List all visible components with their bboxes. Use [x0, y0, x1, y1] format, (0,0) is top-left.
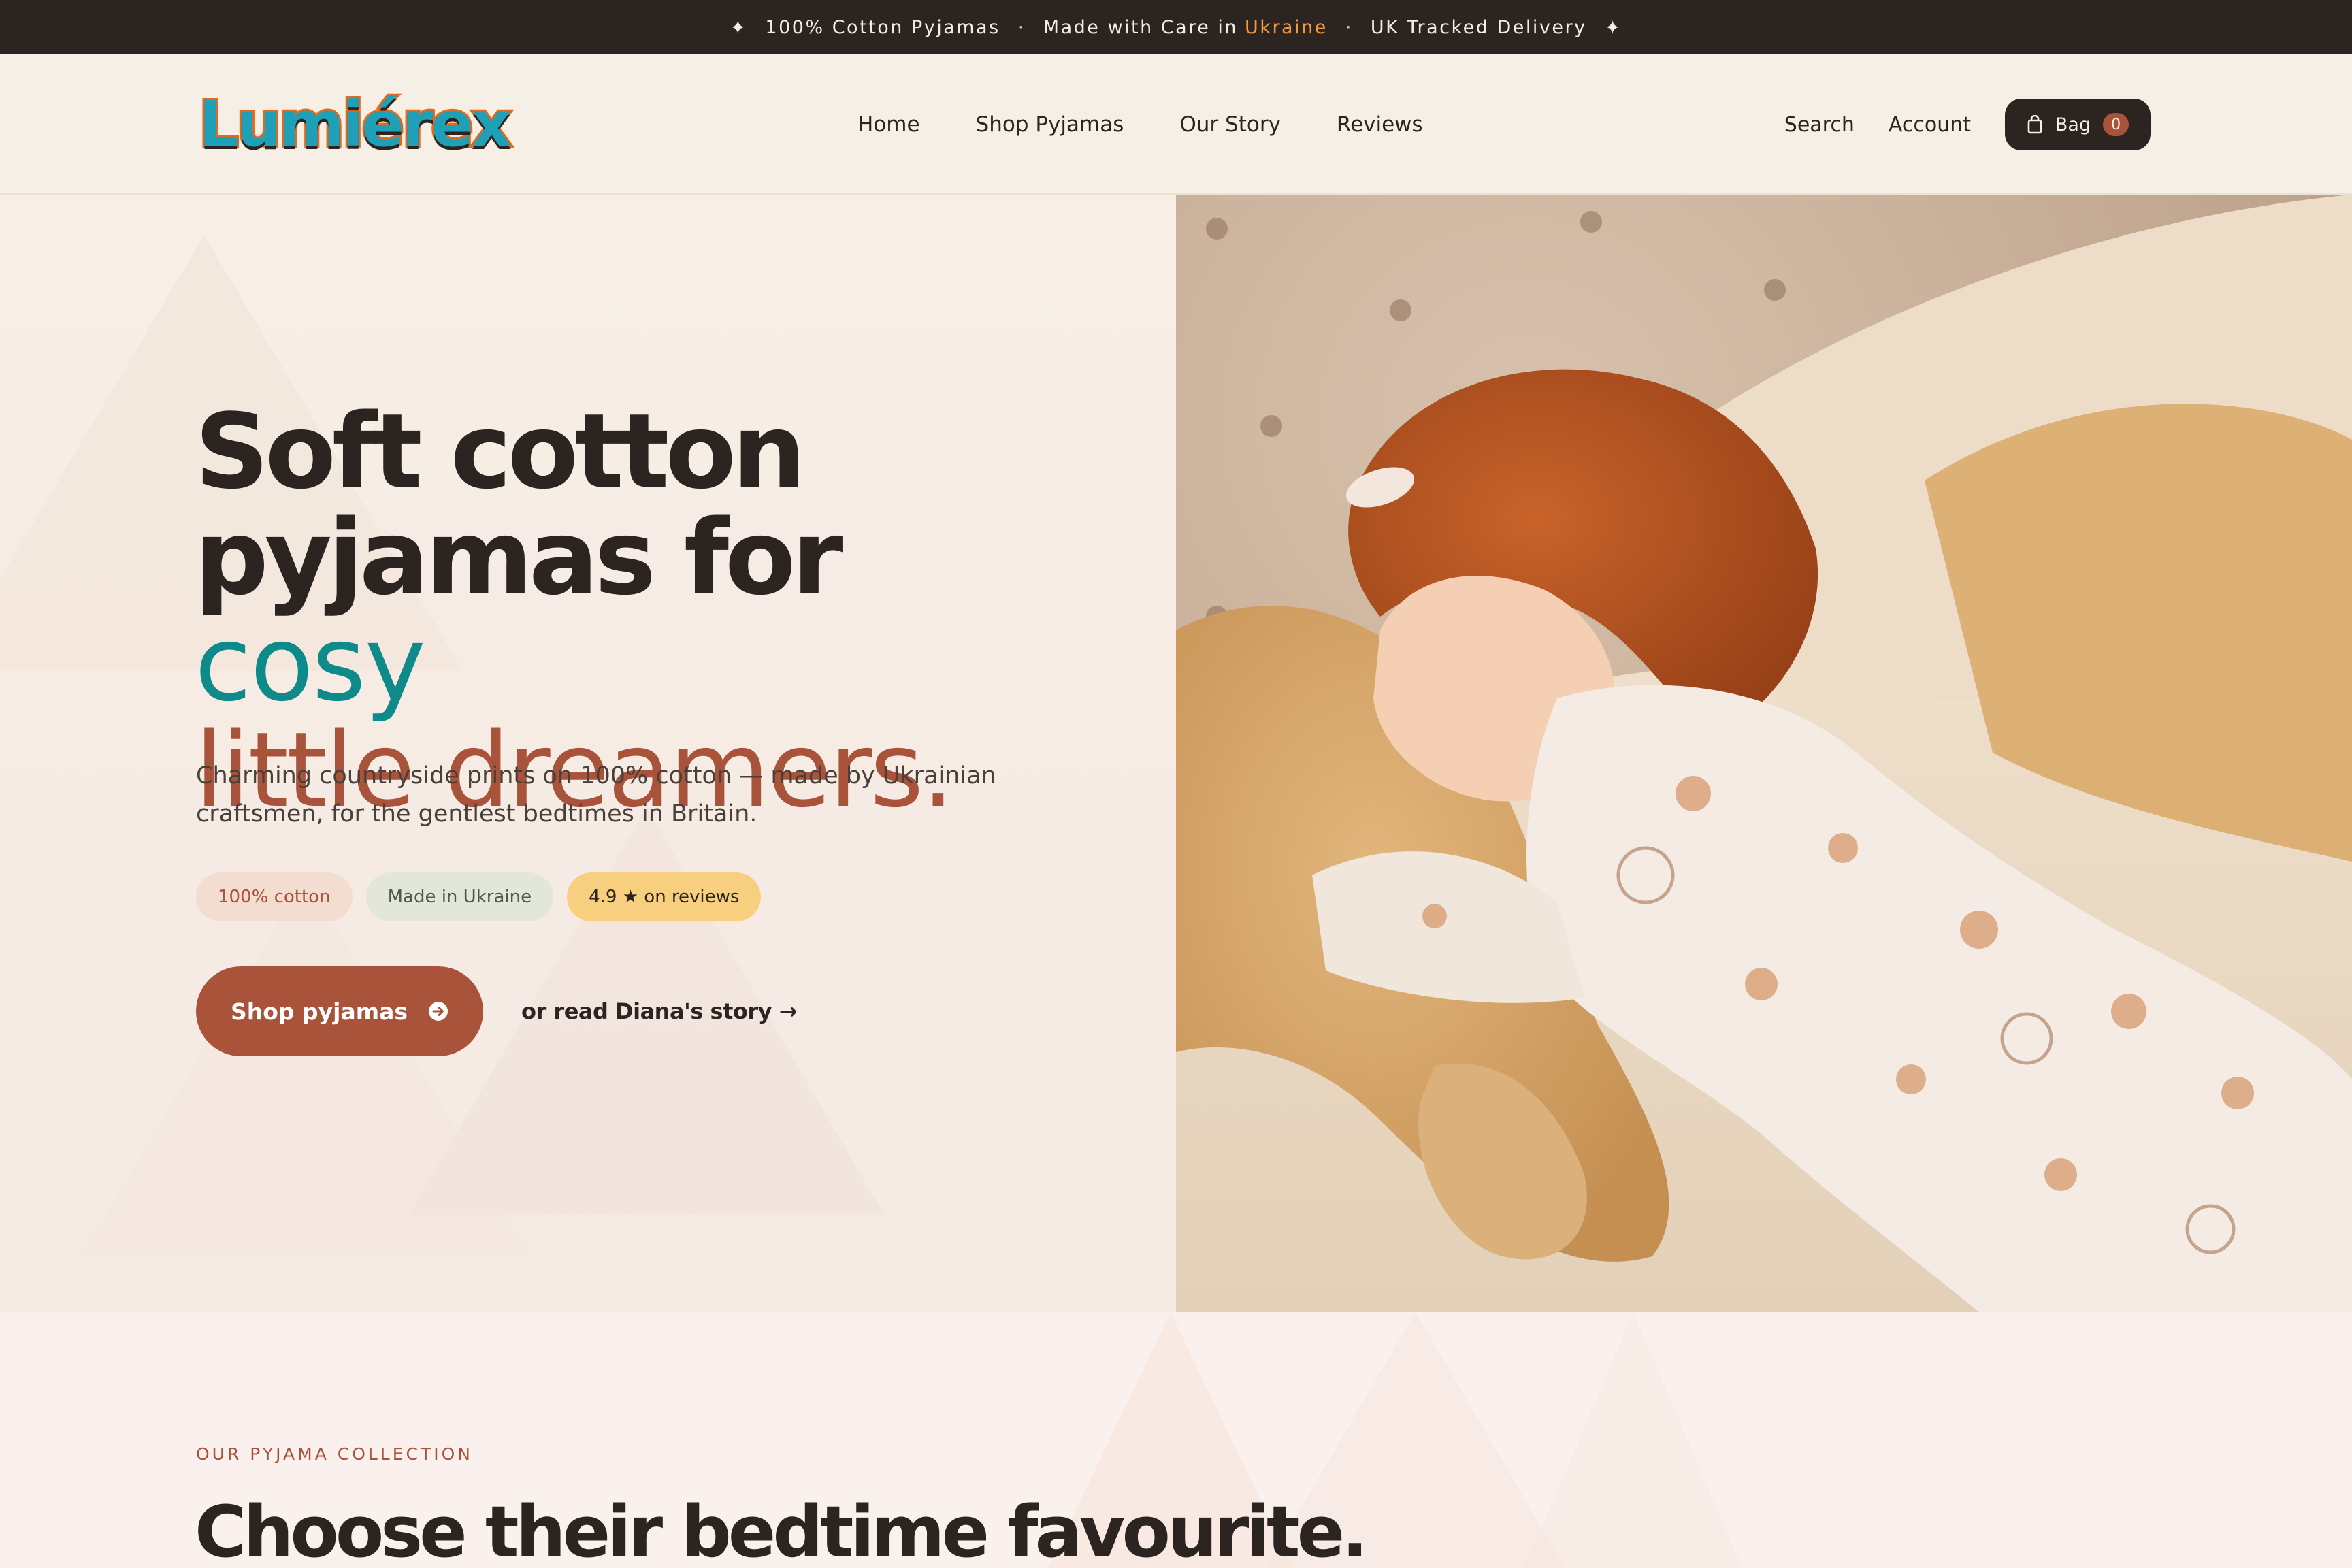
announcement-made-in-text: Made with Care in — [1043, 16, 1239, 38]
chip-made-in-ukraine: Made in Ukraine — [365, 872, 554, 921]
header-actions: Search Account Bag 0 — [1784, 54, 2151, 195]
brand-logo[interactable]: Lumiérex — [197, 86, 514, 163]
collection-section: OUR PYJAMA COLLECTION Choose their bedti… — [0, 1312, 2352, 1568]
announcement-ukraine: Ukraine — [1245, 16, 1328, 38]
site-header: Lumiérex Home Shop Pyjamas Our Story Rev… — [0, 54, 2352, 195]
announcement-cotton: 100% Cotton Pyjamas — [765, 16, 1000, 38]
collection-eyebrow: OUR PYJAMA COLLECTION — [196, 1444, 474, 1464]
shopping-bag-icon — [2027, 115, 2042, 134]
arrow-right-circle-icon — [429, 1002, 448, 1021]
announcement-bar: ✦ 100% Cotton Pyjamas · Made with Care i… — [0, 0, 2352, 54]
nav-shop-pyjamas[interactable]: Shop Pyjamas — [976, 112, 1124, 137]
headline-line-2-start: pyjamas for — [195, 497, 843, 618]
hero-chips: 100% cotton Made in Ukraine 4.9 ★ on rev… — [196, 872, 774, 921]
nav-reviews[interactable]: Reviews — [1337, 112, 1423, 137]
headline-line-2: pyjamas for cosy — [195, 505, 1079, 717]
read-story-link[interactable]: or read Diana's story → — [521, 998, 797, 1024]
hero-section: Soft cotton pyjamas for cosy little drea… — [0, 195, 1176, 1312]
announcement-made-in: Made with Care in Ukraine — [1043, 17, 1328, 38]
search-link[interactable]: Search — [1784, 113, 1855, 137]
chip-cotton: 100% cotton — [196, 872, 353, 921]
main-nav: Home Shop Pyjamas Our Story Reviews — [858, 54, 1479, 195]
nav-our-story[interactable]: Our Story — [1179, 112, 1281, 137]
hero-photo-illustration — [1176, 195, 2352, 1312]
headline-line-1: Soft cotton — [195, 391, 806, 512]
sparkle-icon: ✦ — [730, 16, 748, 39]
announcement-separator: · — [1345, 16, 1353, 38]
shop-pyjamas-label: Shop pyjamas — [230, 998, 408, 1025]
chip-reviews: 4.9 ★ on reviews — [567, 872, 762, 921]
sparkle-icon: ✦ — [1604, 16, 1622, 39]
bag-button[interactable]: Bag 0 — [2005, 99, 2151, 150]
collection-title: Choose their bedtime favourite. — [195, 1490, 1369, 1568]
headline-accent-cosy: cosy — [195, 604, 426, 724]
nav-home[interactable]: Home — [858, 112, 920, 137]
announcement-separator: · — [1017, 16, 1026, 38]
bag-label: Bag — [2055, 114, 2091, 135]
hero-subtitle: Charming countryside prints on 100% cott… — [196, 762, 996, 828]
announcement-delivery: UK Tracked Delivery — [1370, 16, 1587, 38]
account-link[interactable]: Account — [1889, 113, 1971, 137]
shop-pyjamas-button[interactable]: Shop pyjamas — [196, 966, 483, 1056]
hero-cta-row: Shop pyjamas or read Diana's story → — [196, 966, 797, 1056]
girl-sleeping-with-dog-photo — [1176, 195, 2352, 1312]
bag-count-badge: 0 — [2103, 113, 2129, 136]
